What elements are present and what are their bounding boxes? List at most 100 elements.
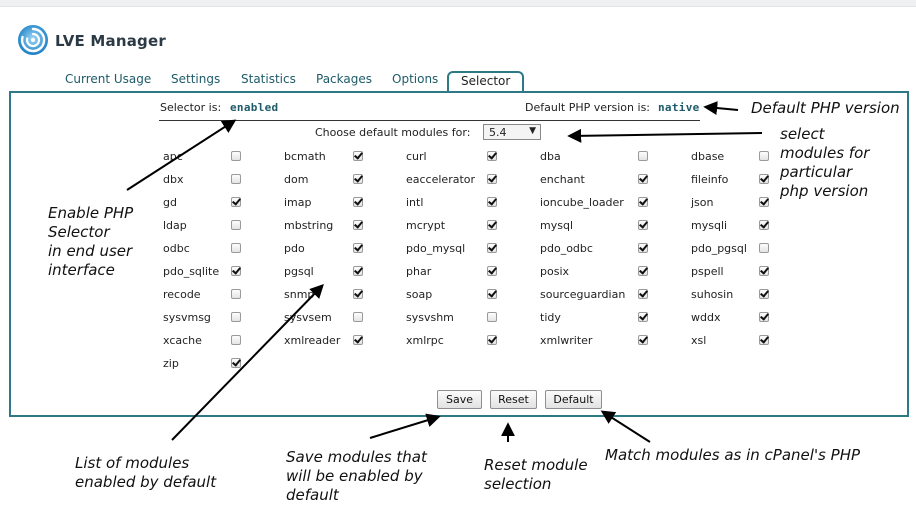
module-checkbox-tidy[interactable] bbox=[638, 312, 648, 322]
default-button[interactable]: Default bbox=[545, 390, 602, 409]
module-checkbox-sourceguardian[interactable] bbox=[638, 289, 648, 299]
module-label: json bbox=[691, 196, 714, 209]
module-label: wddx bbox=[691, 311, 721, 324]
module-label: pdo_pgsql bbox=[691, 242, 747, 255]
module-checkbox-pdo[interactable] bbox=[353, 243, 363, 253]
tab-current-usage[interactable]: Current Usage bbox=[65, 72, 151, 86]
note-reset-module: Reset module selection bbox=[484, 456, 588, 494]
module-label: mbstring bbox=[284, 219, 334, 232]
default-version-value[interactable]: native bbox=[658, 101, 700, 114]
module-checkbox-xcache[interactable] bbox=[231, 335, 241, 345]
module-label: pdo_mysql bbox=[406, 242, 466, 255]
module-checkbox-gd[interactable] bbox=[231, 197, 241, 207]
module-checkbox-dbx[interactable] bbox=[231, 174, 241, 184]
module-checkbox-apc[interactable] bbox=[231, 151, 241, 161]
module-checkbox-pdo_odbc[interactable] bbox=[638, 243, 648, 253]
module-label: phar bbox=[406, 265, 432, 278]
divider bbox=[159, 120, 700, 121]
module-checkbox-xmlrpc[interactable] bbox=[487, 335, 497, 345]
tab-options[interactable]: Options bbox=[392, 72, 438, 86]
module-checkbox-mcrypt[interactable] bbox=[487, 220, 497, 230]
tab-settings[interactable]: Settings bbox=[171, 72, 220, 86]
module-label: ldap bbox=[163, 219, 187, 232]
module-label: tidy bbox=[540, 311, 561, 324]
module-checkbox-mysql[interactable] bbox=[638, 220, 648, 230]
module-label: pdo_sqlite bbox=[163, 265, 220, 278]
app-title: LVE Manager bbox=[55, 32, 166, 50]
module-label: sourceguardian bbox=[540, 288, 626, 301]
note-line: interface bbox=[48, 261, 115, 279]
module-checkbox-phar[interactable] bbox=[487, 266, 497, 276]
module-label: sysvshm bbox=[406, 311, 454, 324]
module-label: intl bbox=[406, 196, 424, 209]
module-label: xmlrpc bbox=[406, 334, 444, 347]
note-line: selection bbox=[484, 475, 552, 493]
module-checkbox-xmlwriter[interactable] bbox=[638, 335, 648, 345]
module-label: enchant bbox=[540, 173, 585, 186]
module-label: dbase bbox=[691, 150, 725, 163]
tab-statistics[interactable]: Statistics bbox=[241, 72, 296, 86]
module-checkbox-enchant[interactable] bbox=[638, 174, 648, 184]
module-checkbox-pdo_pgsql[interactable] bbox=[759, 243, 769, 253]
module-checkbox-zip[interactable] bbox=[231, 358, 241, 368]
module-label: dbx bbox=[163, 173, 184, 186]
note-line: in end user bbox=[48, 242, 133, 260]
module-label: sysvsem bbox=[284, 311, 332, 324]
module-checkbox-recode[interactable] bbox=[231, 289, 241, 299]
module-checkbox-xsl[interactable] bbox=[759, 335, 769, 345]
tab-packages[interactable]: Packages bbox=[316, 72, 372, 86]
module-checkbox-wddx[interactable] bbox=[759, 312, 769, 322]
module-checkbox-snmp[interactable] bbox=[353, 289, 363, 299]
module-label: ioncube_loader bbox=[540, 196, 624, 209]
default-version-label: Default PHP version is: bbox=[525, 101, 651, 114]
module-checkbox-pdo_mysql[interactable] bbox=[487, 243, 497, 253]
module-label: soap bbox=[406, 288, 433, 301]
module-checkbox-dom[interactable] bbox=[353, 174, 363, 184]
module-label: apc bbox=[163, 150, 183, 163]
module-checkbox-odbc[interactable] bbox=[231, 243, 241, 253]
note-line: modules for bbox=[780, 144, 870, 162]
module-checkbox-pspell[interactable] bbox=[759, 266, 769, 276]
module-checkbox-mbstring[interactable] bbox=[353, 220, 363, 230]
module-checkbox-json[interactable] bbox=[759, 197, 769, 207]
choose-modules-label: Choose default modules for: bbox=[315, 126, 471, 139]
php-version-selected: 5.4 bbox=[489, 126, 507, 139]
module-label: recode bbox=[163, 288, 201, 301]
module-checkbox-sysvmsg[interactable] bbox=[231, 312, 241, 322]
module-checkbox-ioncube_loader[interactable] bbox=[638, 197, 648, 207]
module-checkbox-suhosin[interactable] bbox=[759, 289, 769, 299]
save-button[interactable]: Save bbox=[437, 390, 482, 409]
module-label: mysql bbox=[540, 219, 573, 232]
note-line: enabled by default bbox=[75, 473, 217, 491]
arrow-save bbox=[369, 413, 441, 439]
module-checkbox-bcmath[interactable] bbox=[353, 151, 363, 161]
module-checkbox-xmlreader[interactable] bbox=[353, 335, 363, 345]
note-save-modules: Save modules that will be enabled by def… bbox=[286, 448, 427, 505]
module-checkbox-pgsql[interactable] bbox=[353, 266, 363, 276]
module-checkbox-dbase[interactable] bbox=[759, 151, 769, 161]
tab-selector[interactable]: Selector bbox=[447, 71, 525, 92]
module-label: eaccelerator bbox=[406, 173, 476, 186]
module-checkbox-intl[interactable] bbox=[487, 197, 497, 207]
module-checkbox-sysvshm[interactable] bbox=[487, 312, 497, 322]
note-line: Reset module bbox=[484, 456, 588, 474]
module-checkbox-ldap[interactable] bbox=[231, 220, 241, 230]
reset-button[interactable]: Reset bbox=[490, 390, 537, 409]
module-checkbox-dba[interactable] bbox=[638, 151, 648, 161]
module-checkbox-posix[interactable] bbox=[638, 266, 648, 276]
selector-status-label: Selector is: bbox=[160, 101, 222, 114]
module-label: snmp bbox=[284, 288, 315, 301]
selector-status-toggle[interactable]: enabled bbox=[230, 101, 278, 114]
module-checkbox-mysqli[interactable] bbox=[759, 220, 769, 230]
note-line: Enable PHP bbox=[48, 204, 134, 222]
php-version-select[interactable]: 5.4 ▼ bbox=[483, 124, 541, 140]
module-checkbox-fileinfo[interactable] bbox=[759, 174, 769, 184]
module-checkbox-sysvsem[interactable] bbox=[353, 312, 363, 322]
module-checkbox-curl[interactable] bbox=[487, 151, 497, 161]
note-line: default bbox=[286, 486, 339, 504]
module-checkbox-soap[interactable] bbox=[487, 289, 497, 299]
module-checkbox-pdo_sqlite[interactable] bbox=[231, 266, 241, 276]
module-label: dba bbox=[540, 150, 561, 163]
module-checkbox-eaccelerator[interactable] bbox=[487, 174, 497, 184]
module-checkbox-imap[interactable] bbox=[353, 197, 363, 207]
